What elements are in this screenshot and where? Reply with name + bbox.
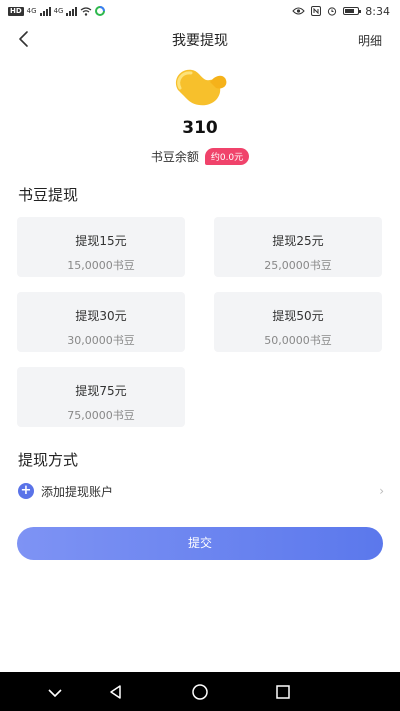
network-label-2: 4G: [53, 7, 64, 15]
withdraw-section-title: 书豆提现: [18, 186, 79, 204]
detail-link[interactable]: 明细: [358, 32, 382, 49]
withdraw-option-75[interactable]: 提现75元 75,0000书豆: [17, 367, 185, 427]
eye-icon: [292, 7, 305, 15]
option-beans: 30,0000书豆: [67, 334, 135, 347]
nfc-icon: [311, 6, 322, 16]
app-notification-icon: [95, 6, 106, 16]
page-title: 我要提现: [172, 33, 228, 49]
option-amount: 提现30元: [75, 309, 127, 323]
hd-badge: HD: [8, 6, 24, 16]
header: 我要提现 明细: [0, 24, 400, 54]
withdraw-option-15[interactable]: 提现15元 15,0000书豆: [17, 217, 185, 277]
plus-icon: +: [18, 483, 34, 499]
balance-value: 310: [182, 118, 218, 138]
battery-icon: [343, 7, 362, 15]
status-bar: HD 4G 4G 8:34: [0, 0, 400, 22]
signal-icon: [39, 6, 51, 16]
option-amount: 提现25元: [272, 234, 324, 248]
signal-icon-2: [66, 6, 78, 16]
option-amount: 提现75元: [75, 384, 127, 398]
coin-icon: [175, 69, 227, 106]
nav-back-icon[interactable]: [106, 682, 126, 702]
option-amount: 提现15元: [75, 234, 127, 248]
withdraw-option-25[interactable]: 提现25元 25,0000书豆: [214, 217, 382, 277]
alarm-icon: [328, 7, 337, 16]
system-nav-bar: [0, 672, 400, 711]
option-beans: 75,0000书豆: [67, 409, 135, 422]
balance-row: 书豆余额 约0.0元: [0, 148, 400, 165]
nav-home-icon[interactable]: [190, 682, 210, 702]
withdraw-option-30[interactable]: 提现30元 30,0000书豆: [17, 292, 185, 352]
option-amount: 提现50元: [272, 309, 324, 323]
network-label-1: 4G: [26, 7, 37, 15]
withdraw-option-50[interactable]: 提现50元 50,0000书豆: [214, 292, 382, 352]
wifi-icon: [81, 6, 92, 16]
option-beans: 25,0000书豆: [264, 259, 332, 272]
nav-recents-icon[interactable]: [273, 682, 293, 702]
status-time: 8:34: [365, 4, 390, 18]
chevron-right-icon: ›: [379, 484, 384, 498]
add-account-row[interactable]: + 添加提现账户 ›: [18, 481, 384, 501]
balance-approx-badge: 约0.0元: [204, 148, 250, 165]
option-beans: 50,0000书豆: [264, 334, 332, 347]
nav-collapse-icon[interactable]: [45, 682, 65, 702]
option-beans: 15,0000书豆: [67, 259, 135, 272]
method-section-title: 提现方式: [18, 451, 79, 469]
submit-button[interactable]: 提交: [17, 527, 383, 560]
add-account-label: 添加提现账户: [41, 484, 114, 499]
balance-label: 书豆余额: [150, 150, 199, 164]
